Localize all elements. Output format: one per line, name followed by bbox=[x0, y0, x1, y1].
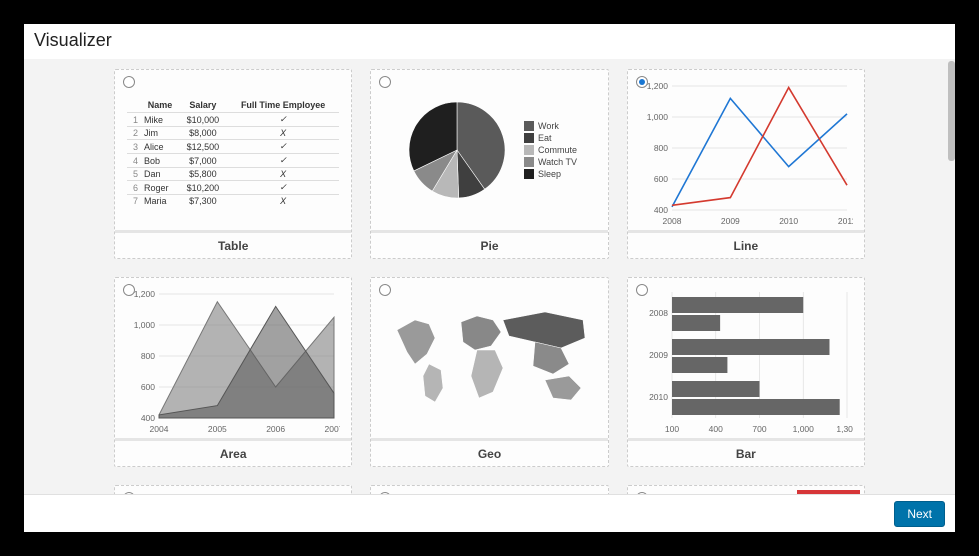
table-row: 3Alice$12,500✓ bbox=[127, 140, 339, 154]
table-preview: NameSalaryFull Time Employee 1Mike$10,00… bbox=[127, 98, 339, 207]
table-row: 5Dan$5,800X bbox=[127, 168, 339, 181]
svg-text:2006: 2006 bbox=[266, 424, 285, 434]
svg-text:800: 800 bbox=[653, 143, 667, 153]
radio-partial-3[interactable] bbox=[636, 492, 648, 494]
table-row: 1Mike$10,000✓ bbox=[127, 113, 339, 127]
page-title: Visualizer bbox=[24, 24, 955, 59]
card-label: Line bbox=[628, 230, 864, 258]
card-line[interactable]: 400 600 800 1,000 1,200 2008 2009 2010 2011 Line bbox=[627, 69, 865, 259]
legend-item: Commute bbox=[524, 145, 577, 155]
chart-type-picker: NameSalaryFull Time Employee 1Mike$10,00… bbox=[24, 59, 955, 494]
dialog-footer: Next bbox=[24, 494, 955, 532]
geo-preview bbox=[385, 302, 590, 422]
radio-geo[interactable] bbox=[379, 284, 391, 296]
card-label: Pie bbox=[371, 230, 607, 258]
svg-text:2005: 2005 bbox=[208, 424, 227, 434]
svg-text:2009: 2009 bbox=[649, 350, 668, 360]
legend-item: Sleep bbox=[524, 169, 577, 179]
card-partial-2[interactable] bbox=[370, 485, 608, 494]
legend-item: Watch TV bbox=[524, 157, 577, 167]
svg-text:2008: 2008 bbox=[649, 308, 668, 318]
legend-item: Work bbox=[524, 121, 577, 131]
svg-text:1,300: 1,300 bbox=[836, 424, 853, 434]
next-button[interactable]: Next bbox=[894, 501, 945, 527]
svg-text:2004: 2004 bbox=[150, 424, 169, 434]
svg-text:1,200: 1,200 bbox=[134, 289, 156, 299]
pie-preview: Work Eat Commute Watch TV Sleep bbox=[371, 70, 607, 230]
card-partial-1[interactable]: 300 bbox=[114, 485, 352, 494]
svg-text:400: 400 bbox=[708, 424, 722, 434]
table-row: 7Maria$7,300X bbox=[127, 195, 339, 208]
svg-text:400: 400 bbox=[653, 205, 667, 215]
svg-text:2009: 2009 bbox=[721, 216, 740, 226]
card-partial-3[interactable]: PREMIUM bbox=[627, 485, 865, 494]
line-preview: 400 600 800 1,000 1,200 2008 2009 2010 2011 bbox=[638, 78, 853, 230]
area-preview: 400 600 800 1,000 1,200 2004 2005 2006 2007 bbox=[125, 286, 340, 438]
table-row: 6Roger$10,200✓ bbox=[127, 181, 339, 195]
svg-text:2010: 2010 bbox=[779, 216, 798, 226]
card-label: Area bbox=[115, 438, 351, 466]
legend-item: Eat bbox=[524, 133, 577, 143]
svg-text:800: 800 bbox=[141, 351, 155, 361]
radio-partial-2[interactable] bbox=[379, 492, 391, 494]
table-row: 4Bob$7,000✓ bbox=[127, 154, 339, 168]
card-label: Geo bbox=[371, 438, 607, 466]
visualizer-window: Visualizer NameSalaryFull Time Employee … bbox=[24, 24, 955, 532]
svg-text:100: 100 bbox=[665, 424, 679, 434]
radio-table[interactable] bbox=[123, 76, 135, 88]
card-bar[interactable]: 100 400 700 1,000 1,300 2008 2009 2010 Bar bbox=[627, 277, 865, 467]
svg-text:2011: 2011 bbox=[838, 216, 853, 226]
svg-text:2008: 2008 bbox=[662, 216, 681, 226]
svg-text:700: 700 bbox=[752, 424, 766, 434]
card-geo[interactable]: Geo bbox=[370, 277, 608, 467]
card-pie[interactable]: Work Eat Commute Watch TV Sleep Pie bbox=[370, 69, 608, 259]
card-area[interactable]: 400 600 800 1,000 1,200 2004 2005 2006 2007 Area bbox=[114, 277, 352, 467]
card-label: Bar bbox=[628, 438, 864, 466]
card-table[interactable]: NameSalaryFull Time Employee 1Mike$10,00… bbox=[114, 69, 352, 259]
scrollbar-thumb[interactable] bbox=[948, 61, 955, 161]
card-label: Table bbox=[115, 230, 351, 258]
svg-text:2010: 2010 bbox=[649, 392, 668, 402]
svg-text:600: 600 bbox=[141, 382, 155, 392]
svg-text:1,200: 1,200 bbox=[646, 81, 668, 91]
svg-text:400: 400 bbox=[141, 413, 155, 423]
svg-text:1,000: 1,000 bbox=[134, 320, 156, 330]
chart-grid: NameSalaryFull Time Employee 1Mike$10,00… bbox=[114, 59, 865, 494]
bar-preview: 100 400 700 1,000 1,300 2008 2009 2010 bbox=[638, 286, 853, 438]
svg-text:1,000: 1,000 bbox=[792, 424, 814, 434]
svg-text:1,000: 1,000 bbox=[646, 112, 668, 122]
radio-partial-1[interactable] bbox=[123, 492, 135, 494]
premium-badge: PREMIUM bbox=[797, 490, 860, 494]
table-row: 2Jim$8,000X bbox=[127, 127, 339, 140]
svg-text:600: 600 bbox=[653, 174, 667, 184]
svg-text:2007: 2007 bbox=[325, 424, 340, 434]
